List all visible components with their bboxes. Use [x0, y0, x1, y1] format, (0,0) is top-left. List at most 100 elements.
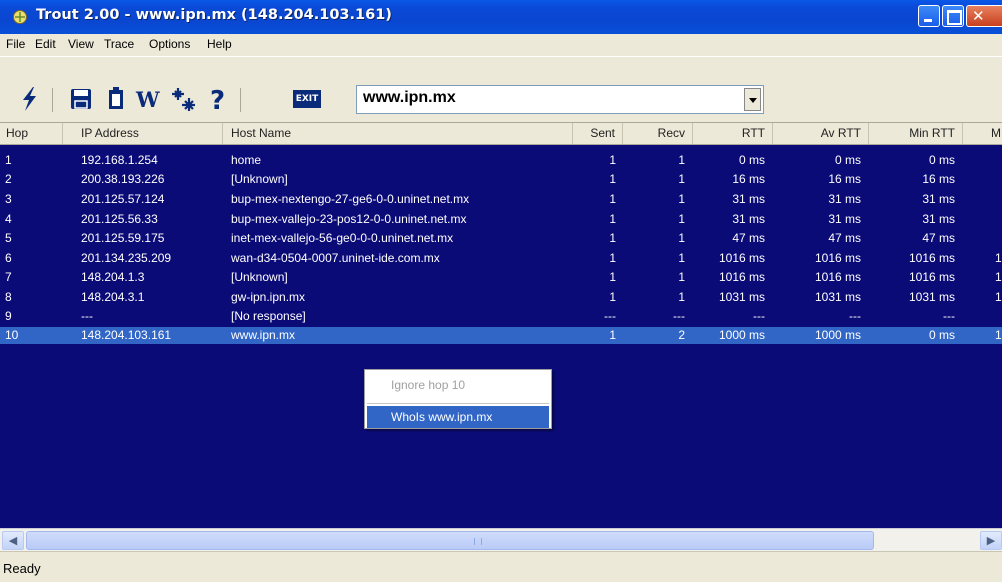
- cell-minrtt: 0 ms: [928, 328, 955, 342]
- table-row[interactable]: 3 201.125.57.124 bup-mex-nextengo-27-ge6…: [0, 191, 1002, 207]
- cell-hop: 8: [5, 290, 12, 304]
- col-recv[interactable]: Recv: [623, 123, 693, 144]
- cell-avrtt: 1000 ms: [814, 328, 861, 342]
- title-bar[interactable]: Trout 2.00 - www.ipn.mx (148.204.103.161…: [0, 0, 1002, 34]
- menu-edit[interactable]: Edit: [35, 37, 56, 51]
- cell-maxrtt: 1: [995, 270, 1002, 284]
- cell-hop: 2: [5, 172, 12, 186]
- cell-recv: 1: [678, 270, 685, 284]
- cell-sent: 1: [609, 270, 616, 284]
- cell-recv: 1: [678, 172, 685, 186]
- col-ip[interactable]: IP Address: [63, 123, 223, 144]
- cell-recv: 1: [678, 290, 685, 304]
- save-icon[interactable]: [68, 86, 94, 112]
- cell-avrtt: 31 ms: [828, 212, 861, 226]
- close-button[interactable]: [966, 5, 1002, 27]
- dropdown-arrow-icon[interactable]: [744, 88, 761, 111]
- whois-icon[interactable]: W: [134, 86, 160, 112]
- scrollbar-thumb[interactable]: [26, 531, 874, 550]
- table-row[interactable]: 6 201.134.235.209 wan-d34-0504-0007.unin…: [0, 250, 1002, 266]
- whois-menu-item[interactable]: WhoIs www.ipn.mx: [367, 406, 549, 428]
- menu-options[interactable]: Options: [149, 37, 190, 51]
- status-bar: Ready: [0, 551, 1002, 582]
- cell-maxrtt: 1: [995, 290, 1002, 304]
- cell-host: [Unknown]: [231, 172, 288, 186]
- col-maxrtt[interactable]: M: [963, 123, 1002, 144]
- cell-ip: 148.204.103.161: [81, 328, 172, 342]
- cell-hop: 1: [5, 153, 12, 167]
- cell-recv: 1: [678, 231, 685, 245]
- cell-hop: 3: [5, 192, 12, 206]
- cell-ip: 148.204.1.3: [81, 270, 145, 284]
- lightning-icon[interactable]: [17, 86, 43, 112]
- cell-sent: 1: [609, 231, 616, 245]
- cell-recv: 1: [678, 251, 685, 265]
- cell-minrtt: 31 ms: [922, 212, 955, 226]
- cell-host: www.ipn.mx: [231, 328, 296, 342]
- col-host[interactable]: Host Name: [223, 123, 573, 144]
- cell-rtt: ---: [753, 309, 765, 323]
- cell-minrtt: ---: [943, 309, 955, 323]
- hop-list[interactable]: 1 192.168.1.254 home 1 1 0 ms 0 ms 0 ms …: [0, 145, 1002, 528]
- table-row-selected[interactable]: 10 148.204.103.161 www.ipn.mx 1 2 1000 m…: [0, 327, 1002, 344]
- clipboard-icon[interactable]: [103, 86, 129, 112]
- toolbar-separator: [52, 88, 53, 112]
- menu-file[interactable]: File: [6, 37, 25, 51]
- col-rtt[interactable]: RTT: [693, 123, 773, 144]
- cell-minrtt: 1031 ms: [908, 290, 955, 304]
- grip-icon: [474, 538, 482, 545]
- scroll-right-icon[interactable]: ▶: [980, 531, 1002, 550]
- table-row[interactable]: 7 148.204.1.3 [Unknown] 1 1 1016 ms 1016…: [0, 269, 1002, 285]
- menu-view[interactable]: View: [68, 37, 94, 51]
- help-icon[interactable]: ?: [206, 86, 232, 112]
- table-row[interactable]: 1 192.168.1.254 home 1 1 0 ms 0 ms 0 ms: [0, 152, 1002, 168]
- cell-ip: 200.38.193.226: [81, 172, 165, 186]
- col-hop[interactable]: Hop: [0, 123, 63, 144]
- col-minrtt[interactable]: Min RTT: [869, 123, 963, 144]
- cell-ip: 201.125.57.124: [81, 192, 165, 206]
- table-row[interactable]: 8 148.204.3.1 gw-ipn.ipn.mx 1 1 1031 ms …: [0, 289, 1002, 305]
- cell-avrtt: 1016 ms: [814, 270, 861, 284]
- context-menu: Ignore hop 10 WhoIs www.ipn.mx: [364, 369, 552, 429]
- cell-ip: 192.168.1.254: [81, 153, 158, 167]
- cell-recv: ---: [673, 309, 685, 323]
- toolbar-separator: [240, 88, 241, 112]
- col-avrtt[interactable]: Av RTT: [773, 123, 869, 144]
- minimize-button[interactable]: [918, 5, 940, 27]
- menu-bar: File Edit View Trace Options Help: [0, 34, 1002, 56]
- svg-text:W: W: [135, 87, 160, 112]
- col-sent[interactable]: Sent: [573, 123, 623, 144]
- table-row[interactable]: 4 201.125.56.33 bup-mex-vallejo-23-pos12…: [0, 211, 1002, 227]
- cell-ip: 201.134.235.209: [81, 251, 172, 265]
- table-row[interactable]: 5 201.125.59.175 inet-mex-vallejo-56-ge0…: [0, 230, 1002, 246]
- maximize-button[interactable]: [942, 5, 964, 27]
- menu-help[interactable]: Help: [207, 37, 232, 51]
- cell-recv: 1: [678, 212, 685, 226]
- cell-ip: 201.125.56.33: [81, 212, 158, 226]
- cell-minrtt: 1016 ms: [908, 270, 955, 284]
- cell-host: [No response]: [231, 309, 306, 323]
- cell-hop: 6: [5, 251, 12, 265]
- cell-sent: 1: [609, 172, 616, 186]
- cell-sent: 1: [609, 290, 616, 304]
- exit-icon[interactable]: EXIT: [293, 90, 321, 108]
- table-row[interactable]: 2 200.38.193.226 [Unknown] 1 1 16 ms 16 …: [0, 171, 1002, 187]
- cell-recv: 1: [678, 153, 685, 167]
- cell-host: wan-d34-0504-0007.uninet-ide.com.mx: [231, 251, 440, 265]
- menu-trace[interactable]: Trace: [104, 37, 134, 51]
- cell-rtt: 31 ms: [732, 192, 765, 206]
- settings-icon[interactable]: [170, 86, 196, 112]
- cell-avrtt: 0 ms: [834, 153, 861, 167]
- svg-text:?: ?: [210, 86, 225, 112]
- cell-host: inet-mex-vallejo-56-ge0-0-0.uninet.net.m…: [231, 231, 454, 245]
- horizontal-scrollbar[interactable]: ◀ ▶: [0, 528, 1002, 551]
- cell-minrtt: 1016 ms: [908, 251, 955, 265]
- ignore-hop-menu-item[interactable]: Ignore hop 10: [367, 374, 549, 396]
- cell-host: bup-mex-vallejo-23-pos12-0-0.uninet.net.…: [231, 212, 467, 226]
- target-input[interactable]: www.ipn.mx: [363, 89, 456, 107]
- trout-app-icon: [13, 10, 27, 24]
- scroll-left-icon[interactable]: ◀: [2, 531, 24, 550]
- table-row[interactable]: 9 --- [No response] --- --- --- --- ---: [0, 308, 1002, 324]
- cell-host: home: [231, 153, 262, 167]
- target-combobox[interactable]: www.ipn.mx: [356, 85, 764, 114]
